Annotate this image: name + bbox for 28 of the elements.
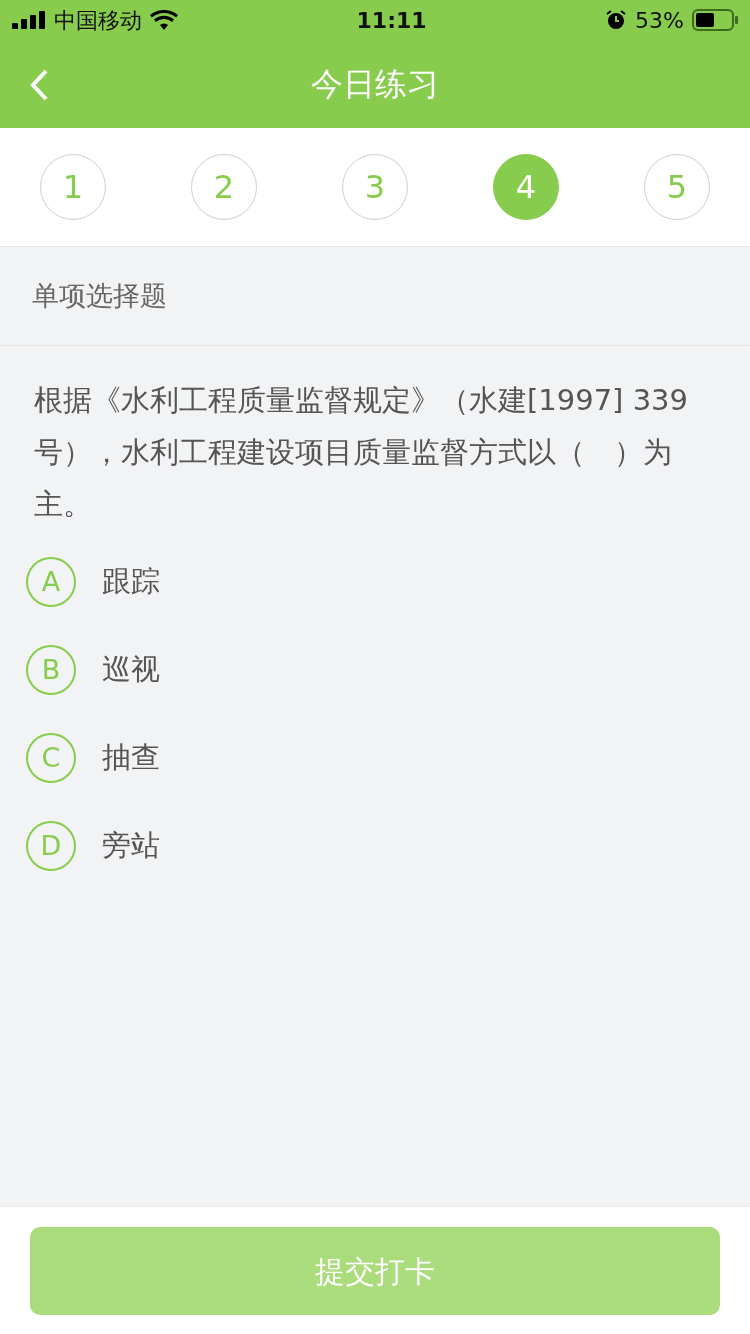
back-icon[interactable] bbox=[28, 68, 50, 102]
battery-icon bbox=[692, 9, 738, 31]
question-text: 根据《水利工程质量监督规定》（水建[1997] 339号），水利工程建设项目质量监督方式以（ ）为主。 bbox=[34, 382, 689, 523]
question-number-tab[interactable]: 4 bbox=[493, 154, 559, 220]
signal-icon bbox=[12, 11, 46, 29]
question-number-tab[interactable]: 2 bbox=[191, 154, 257, 220]
option-text: 巡视 bbox=[102, 651, 160, 689]
wifi-icon bbox=[150, 10, 178, 30]
option-text: 跟踪 bbox=[102, 563, 160, 601]
alarm-clock-icon bbox=[605, 9, 628, 31]
answer-option[interactable]: B 巡视 bbox=[0, 626, 750, 714]
option-text: 旁站 bbox=[102, 827, 160, 865]
page-title: 今日练习 bbox=[311, 64, 439, 105]
option-text: 抽查 bbox=[102, 739, 160, 777]
option-letter-circle: B bbox=[26, 645, 76, 695]
battery-percent: 53% bbox=[635, 6, 684, 35]
option-letter-circle: C bbox=[26, 733, 76, 783]
answer-option[interactable]: D 旁站 bbox=[0, 802, 750, 890]
answer-option[interactable]: C 抽查 bbox=[0, 714, 750, 802]
carrier-name: 中国移动 bbox=[54, 6, 142, 35]
status-time: 11:11 bbox=[356, 6, 427, 35]
option-letter-circle: D bbox=[26, 821, 76, 871]
question-number-tab[interactable]: 1 bbox=[40, 154, 106, 220]
question-number-tab[interactable]: 3 bbox=[342, 154, 408, 220]
question-number-tab[interactable]: 5 bbox=[644, 154, 710, 220]
answer-option[interactable]: A 跟踪 bbox=[0, 538, 750, 626]
option-letter-circle: A bbox=[26, 557, 76, 607]
question-type-label: 单项选择题 bbox=[32, 278, 167, 313]
